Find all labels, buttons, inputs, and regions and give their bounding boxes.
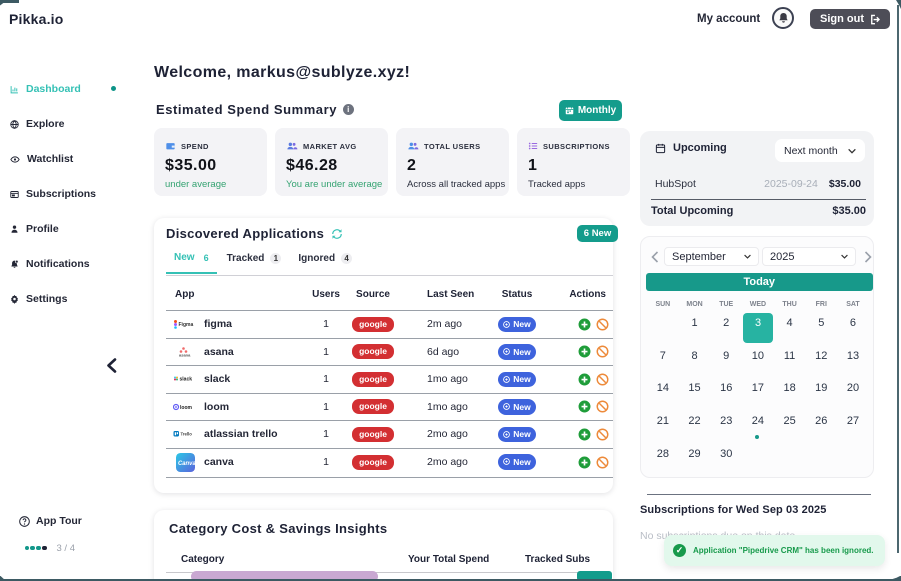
svg-text:Canva: Canva <box>177 460 194 466</box>
svg-text:loom: loom <box>180 405 192 411</box>
svg-text:Figma: Figma <box>179 322 194 328</box>
svg-text:slack: slack <box>180 377 193 383</box>
svg-text:Trello: Trello <box>181 432 193 437</box>
svg-text:asana: asana <box>179 352 191 357</box>
